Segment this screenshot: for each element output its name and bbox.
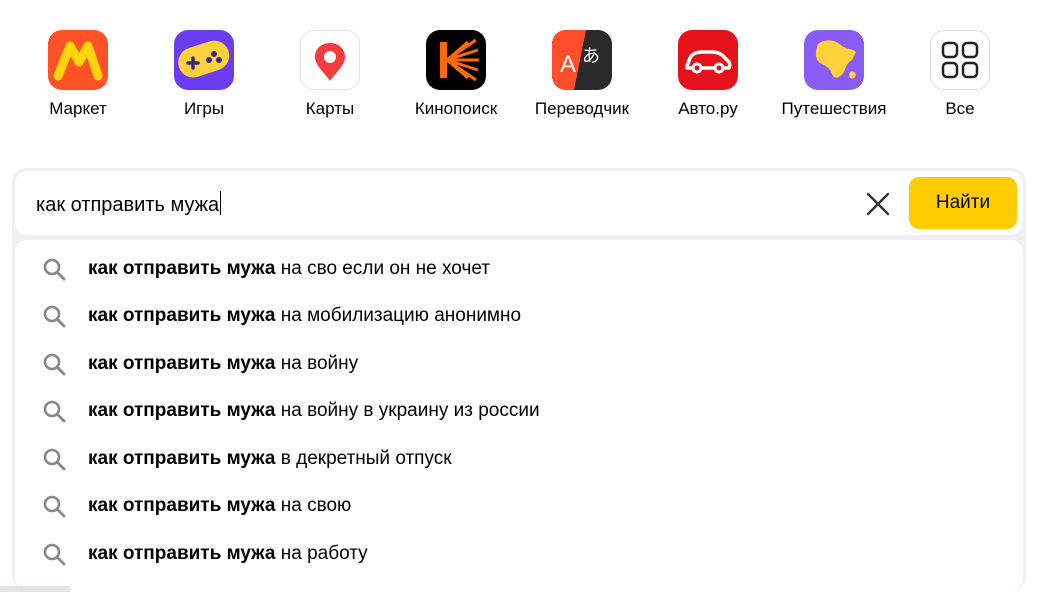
suggestion-item[interactable]: как отправить мужа в декретный отпуск (15, 436, 1023, 482)
suggestion-text: как отправить мужа на мобилизацию аноним… (88, 305, 522, 326)
kinopoisk-icon (426, 30, 486, 90)
suggestion-text: как отправить мужа в декретный отпуск (88, 448, 452, 469)
suggestion-text: как отправить мужа на работу (88, 543, 368, 564)
search-query[interactable]: как отправить мужа (36, 191, 222, 217)
service-market[interactable]: Маркет (15, 30, 141, 119)
suggestions-list: как отправить мужа на сво если он не хоч… (15, 240, 1023, 590)
suggestion-text: как отправить мужа на войну в украину из… (88, 400, 540, 421)
service-label: Карты (305, 99, 355, 118)
service-maps[interactable]: Карты (267, 30, 393, 119)
search-icon (43, 543, 66, 566)
suggestion-item[interactable]: как отправить мужа на войну (15, 341, 1023, 387)
translator-icon: A あ (552, 30, 612, 90)
service-autoru[interactable]: Авто.ру (645, 30, 771, 119)
maps-icon (300, 30, 360, 90)
service-kinopoisk[interactable]: Кинопоиск (393, 30, 519, 119)
services-bar: Маркет Игры Карты Кинопоиск A あ Переводч… (0, 30, 1054, 130)
service-label: Все (945, 99, 975, 118)
all-services-icon (930, 30, 990, 90)
games-icon (174, 30, 234, 90)
text-caret (220, 191, 222, 215)
search-input[interactable]: как отправить мужа Найти (15, 171, 1023, 235)
suggestion-item[interactable]: как отправить мужа на сво если он не хоч… (15, 246, 1023, 292)
svg-text:A: A (560, 51, 576, 78)
suggestion-item[interactable]: как отправить мужа на мобилизацию аноним… (15, 293, 1023, 339)
suggestion-text: как отправить мужа на свою (88, 495, 352, 516)
search-container: как отправить мужа Найти как отправить м… (12, 168, 1026, 590)
service-label: Маркет (49, 99, 107, 118)
service-label: Авто.ру (678, 99, 738, 118)
suggestion-item[interactable]: как отправить мужа на войну в украину из… (15, 388, 1023, 434)
service-label: Игры (183, 99, 225, 118)
clear-button[interactable] (863, 189, 893, 219)
autoru-icon (678, 30, 738, 90)
find-button[interactable]: Найти (909, 177, 1017, 229)
service-all[interactable]: Все (897, 30, 1023, 119)
service-games[interactable]: Игры (141, 30, 267, 119)
suggestion-text: как отправить мужа на сво если он не хоч… (88, 258, 490, 279)
travel-icon (804, 30, 864, 90)
search-icon (43, 495, 66, 518)
service-label: Путешествия (781, 99, 887, 118)
market-icon (48, 30, 108, 90)
suggestion-item[interactable]: как отправить мужа на работу (15, 531, 1023, 577)
search-icon (43, 258, 66, 281)
suggestion-item[interactable]: как отправить мужа на свою (15, 483, 1023, 529)
background-fragment (0, 586, 70, 592)
search-icon (43, 305, 66, 328)
search-icon (43, 448, 66, 471)
search-icon (43, 400, 66, 423)
suggestion-text: как отправить мужа на войну (88, 353, 359, 374)
service-translator[interactable]: A あ Переводчик (519, 30, 645, 119)
svg-text:あ: あ (582, 46, 600, 67)
close-icon (866, 192, 890, 216)
search-icon (43, 353, 66, 376)
service-travel[interactable]: Путешествия (771, 30, 897, 119)
service-label: Кинопоиск (414, 99, 498, 118)
service-label: Переводчик (534, 99, 630, 118)
